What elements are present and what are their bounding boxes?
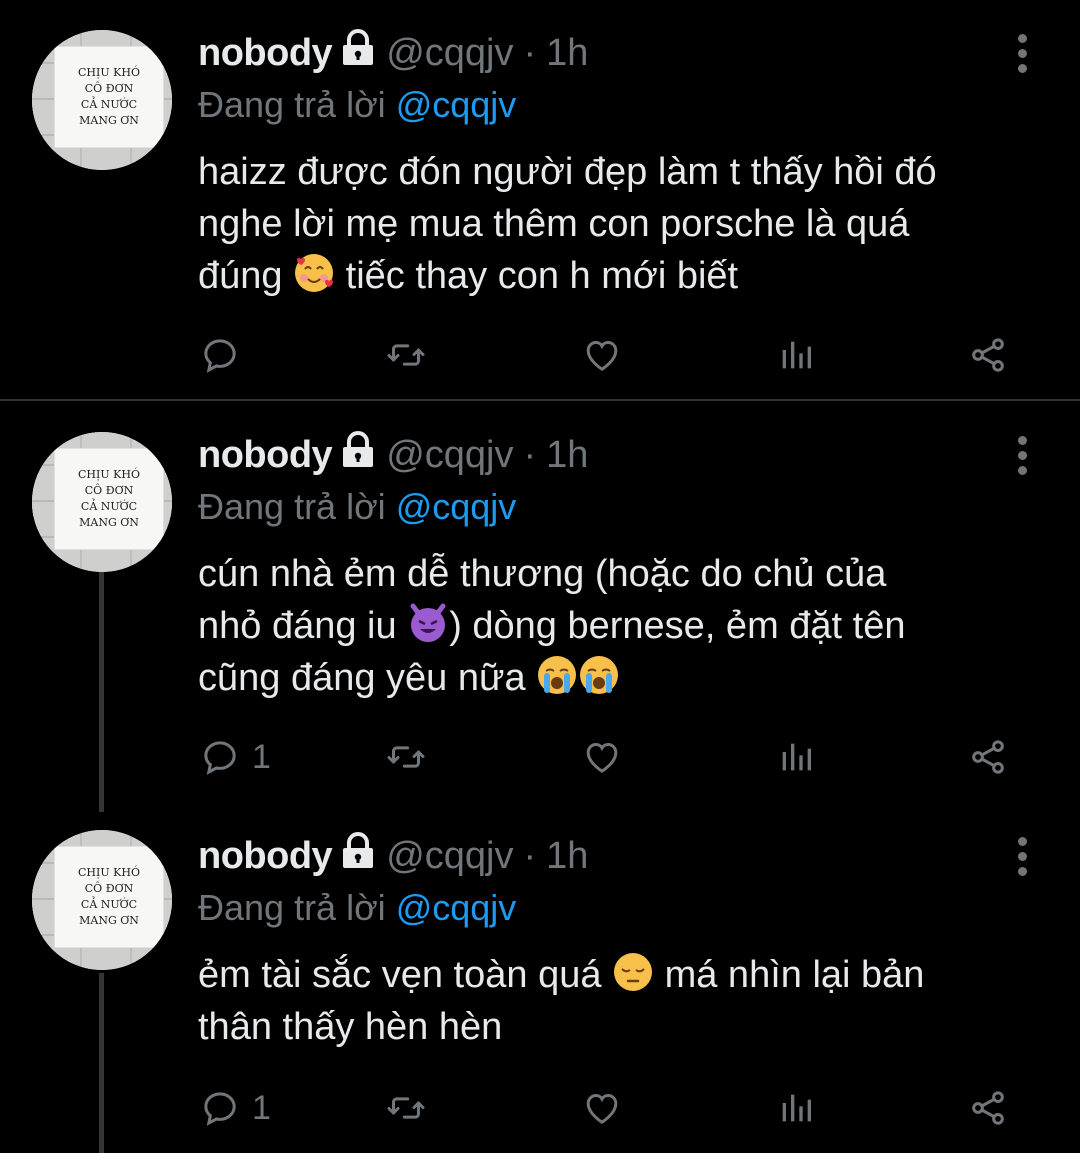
- views-icon: [776, 737, 816, 777]
- share-button[interactable]: [968, 1083, 1008, 1133]
- tweet-header: nobody @cqqjv · 1h: [198, 431, 588, 479]
- user-handle[interactable]: @cqqjv: [386, 434, 513, 477]
- separator-dot: ·: [523, 433, 537, 476]
- user-handle[interactable]: @cqqjv: [386, 32, 513, 75]
- loudly-crying-face-icon: [536, 654, 578, 696]
- reply-count: 1: [252, 1088, 271, 1127]
- reply-button[interactable]: 1: [200, 1083, 271, 1133]
- timestamp[interactable]: 1h: [546, 835, 588, 878]
- views-button[interactable]: [776, 732, 816, 782]
- replying-to: Đang trả lời @cqqjv: [198, 486, 517, 527]
- share-icon: [968, 737, 1008, 777]
- reply-button[interactable]: 1: [200, 732, 271, 782]
- tweet-actions: 1: [200, 1083, 1020, 1133]
- avatar-sign: CHỊU KHÓ CÔ ĐƠN CẢ NƯỚC MANG ƠN: [54, 448, 164, 550]
- divider: [0, 399, 1080, 401]
- mention-link[interactable]: @cqqjv: [396, 84, 517, 125]
- reply-count: 1: [252, 737, 271, 776]
- like-button[interactable]: [582, 330, 622, 380]
- display-name[interactable]: nobody: [198, 835, 333, 878]
- loudly-crying-face-icon: [578, 654, 620, 696]
- retweet-button[interactable]: [386, 1083, 426, 1133]
- share-icon: [968, 1088, 1008, 1128]
- tweet-header: nobody @cqqjv · 1h: [198, 832, 588, 880]
- avatar-sign: CHỊU KHÓ CÔ ĐƠN CẢ NƯỚC MANG ƠN: [54, 46, 164, 148]
- avatar[interactable]: CHỊU KHÓ CÔ ĐƠN CẢ NƯỚC MANG ƠN: [32, 432, 172, 572]
- reply-button[interactable]: [200, 330, 252, 380]
- tweet[interactable]: CHỊU KHÓ CÔ ĐƠN CẢ NƯỚC MANG ƠN nobody @…: [0, 803, 1080, 1153]
- timestamp[interactable]: 1h: [546, 32, 588, 75]
- avatar[interactable]: CHỊU KHÓ CÔ ĐƠN CẢ NƯỚC MANG ƠN: [32, 30, 172, 170]
- tweet[interactable]: CHỊU KHÓ CÔ ĐƠN CẢ NƯỚC MANG ƠN nobody @…: [0, 0, 1080, 400]
- retweet-icon: [386, 1088, 426, 1128]
- views-icon: [776, 335, 816, 375]
- heart-icon: [582, 335, 622, 375]
- separator-dot: ·: [523, 834, 537, 877]
- reply-icon: [200, 737, 240, 777]
- views-button[interactable]: [776, 330, 816, 380]
- tweet-feed: CHỊU KHÓ CÔ ĐƠN CẢ NƯỚC MANG ƠN nobody @…: [0, 0, 1080, 1153]
- smiling-face-with-hearts-icon: [293, 252, 335, 294]
- like-button[interactable]: [582, 1083, 622, 1133]
- thread-line: [99, 572, 104, 812]
- reply-icon: [200, 335, 240, 375]
- lock-icon: [340, 29, 376, 77]
- retweet-icon: [386, 737, 426, 777]
- tweet-text: haizz được đón người đẹp làm t thấy hồi …: [198, 151, 937, 297]
- smiling-face-with-horns-icon: [407, 602, 449, 644]
- pensive-face-icon: [612, 951, 654, 993]
- avatar-sign: CHỊU KHÓ CÔ ĐƠN CẢ NƯỚC MANG ƠN: [54, 846, 164, 948]
- mention-link[interactable]: @cqqjv: [396, 486, 517, 527]
- replying-to: Đang trả lời @cqqjv: [198, 887, 517, 928]
- heart-icon: [582, 737, 622, 777]
- retweet-button[interactable]: [386, 732, 426, 782]
- heart-icon: [582, 1088, 622, 1128]
- thread-line: [99, 973, 104, 1153]
- mention-link[interactable]: @cqqjv: [396, 887, 517, 928]
- tweet-header: nobody @cqqjv · 1h: [198, 29, 588, 77]
- tweet-text: cún nhà ẻm dễ thương (hoặc do chủ của nh…: [198, 553, 906, 699]
- tweet-actions: [200, 330, 1020, 380]
- more-vertical-icon[interactable]: [1012, 34, 1032, 74]
- more-vertical-icon[interactable]: [1012, 436, 1032, 476]
- more-vertical-icon[interactable]: [1012, 837, 1032, 877]
- lock-icon: [340, 431, 376, 479]
- like-button[interactable]: [582, 732, 622, 782]
- views-icon: [776, 1088, 816, 1128]
- timestamp[interactable]: 1h: [546, 434, 588, 477]
- share-button[interactable]: [968, 330, 1008, 380]
- display-name[interactable]: nobody: [198, 32, 333, 75]
- avatar[interactable]: CHỊU KHÓ CÔ ĐƠN CẢ NƯỚC MANG ƠN: [32, 830, 172, 970]
- views-button[interactable]: [776, 1083, 816, 1133]
- user-handle[interactable]: @cqqjv: [386, 835, 513, 878]
- retweet-button[interactable]: [386, 330, 426, 380]
- retweet-icon: [386, 335, 426, 375]
- tweet-text: ẻm tài sắc vẹn toàn quá má nhìn lại bản …: [198, 949, 1048, 1053]
- display-name[interactable]: nobody: [198, 434, 333, 477]
- tweet-actions: 1: [200, 732, 1020, 782]
- lock-icon: [340, 832, 376, 880]
- share-button[interactable]: [968, 732, 1008, 782]
- tweet[interactable]: CHỊU KHÓ CÔ ĐƠN CẢ NƯỚC MANG ƠN nobody @…: [0, 402, 1080, 812]
- separator-dot: ·: [523, 31, 537, 74]
- reply-icon: [200, 1088, 240, 1128]
- replying-to: Đang trả lời @cqqjv: [198, 84, 517, 125]
- share-icon: [968, 335, 1008, 375]
